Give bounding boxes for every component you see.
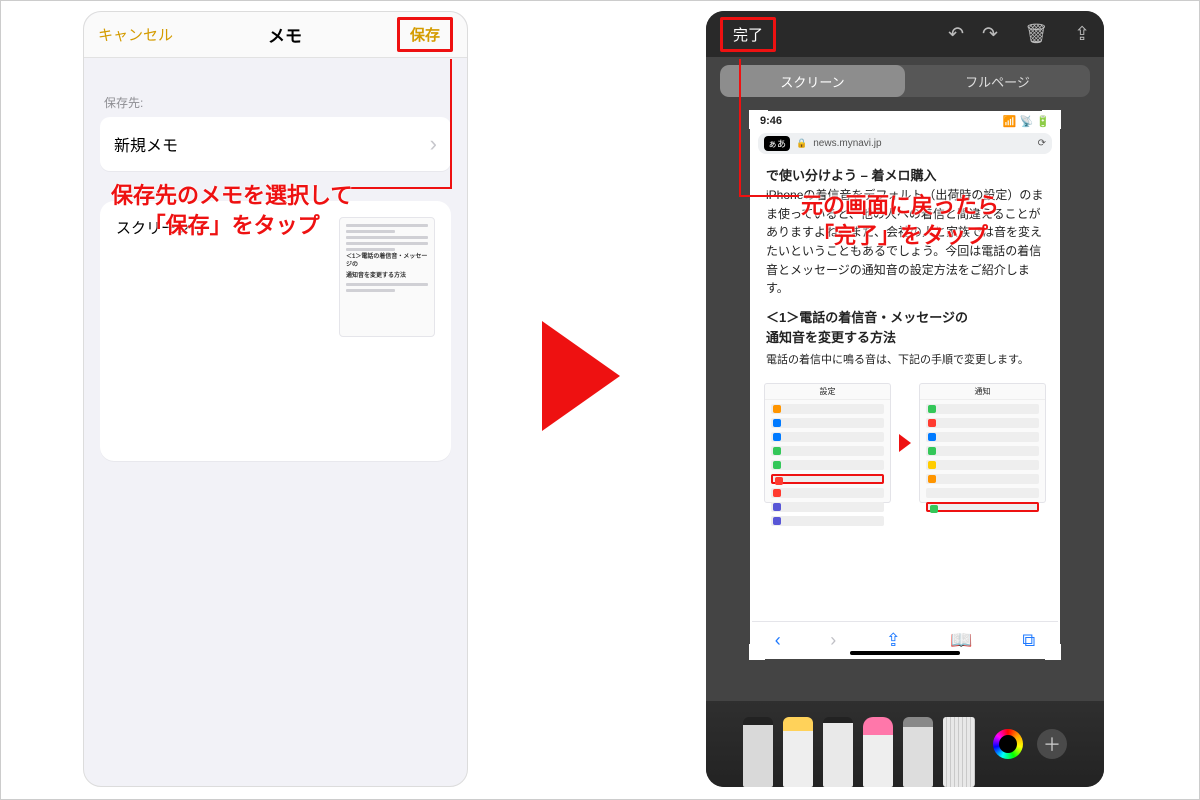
share-icon[interactable]: ⇪ — [1074, 23, 1090, 46]
annotation-right: 元の画面に戻ったら「完了」をタップ — [801, 191, 999, 250]
color-picker-icon[interactable] — [993, 729, 1023, 759]
undo-icon[interactable]: ↶ — [948, 23, 964, 46]
annotation-left: 保存先のメモを選択して「保存」をタップ — [111, 181, 352, 240]
pen-tool[interactable] — [743, 717, 773, 787]
flow-arrow-icon — [542, 321, 620, 431]
markup-tool-tray: ＋ — [706, 701, 1104, 787]
eraser-tool[interactable] — [863, 717, 893, 787]
destination-row[interactable]: 新規メモ › — [100, 117, 451, 171]
chevron-right-icon: › — [430, 131, 437, 157]
trash-icon[interactable]: 🗑︎ — [1024, 22, 1048, 46]
capture-mode-segmented[interactable]: スクリーン フルページ — [720, 65, 1090, 97]
preview-thumbnail: ＜1＞電話の着信音・メッセージの 通知音を変更する方法 — [339, 217, 435, 337]
done-button[interactable]: 完了 — [720, 17, 776, 52]
annotation-leader — [739, 195, 799, 197]
destination-value: 新規メモ — [114, 132, 178, 156]
annotation-leader — [739, 59, 741, 195]
ruler-tool[interactable] — [943, 717, 975, 787]
sheet-header: キャンセル メモ 保存 — [84, 12, 467, 58]
cancel-button[interactable]: キャンセル — [98, 24, 173, 45]
seg-screen[interactable]: スクリーン — [720, 65, 905, 97]
lasso-tool[interactable] — [903, 717, 933, 787]
tutorial-canvas: キャンセル メモ 保存 保存先: 新規メモ › スクリーン… ＜1＞電話の着信音… — [0, 0, 1200, 800]
seg-fullpage[interactable]: フルページ — [905, 65, 1090, 97]
destination-label: 保存先: — [104, 94, 451, 111]
save-button[interactable]: 保存 — [397, 17, 453, 52]
annotation-leader — [339, 187, 452, 189]
sheet-body: 保存先: 新規メモ › スクリーン… ＜1＞電話の着信音・メッセージの 通知音を… — [84, 58, 467, 479]
phone-markup-editor: 完了 ↶ ↷ 🗑︎ ⇪ スクリーン フルページ 9:46 📶 📡 🔋 — [706, 11, 1104, 787]
redo-icon[interactable]: ↷ — [982, 23, 998, 46]
add-button[interactable]: ＋ — [1037, 729, 1067, 759]
markup-toolbar: 完了 ↶ ↷ 🗑︎ ⇪ — [706, 11, 1104, 57]
marker-tool[interactable] — [783, 717, 813, 787]
sheet-title: メモ — [268, 22, 302, 47]
pencil-tool[interactable] — [823, 717, 853, 787]
annotation-leader — [450, 59, 452, 187]
phone-notes-sheet: キャンセル メモ 保存 保存先: 新規メモ › スクリーン… ＜1＞電話の着信音… — [83, 11, 468, 787]
